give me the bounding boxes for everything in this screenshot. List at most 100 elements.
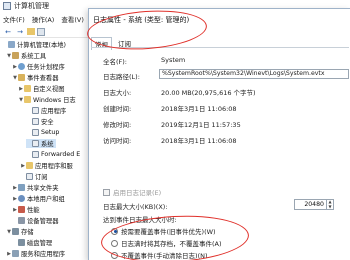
tree-item[interactable]: 安全 xyxy=(26,117,56,126)
tree-item[interactable]: ▶ 性能 xyxy=(12,205,42,214)
perf-icon xyxy=(18,206,25,213)
log-properties-dialog: 日志属性 - 系统 (类型: 管理的) 常规 订阅 全名(F): System … xyxy=(85,6,350,260)
window-title: 计算机管理 xyxy=(14,2,49,10)
tree-item-label: Windows 日志 xyxy=(33,97,76,104)
dev-icon xyxy=(18,217,25,224)
tree-item[interactable]: Forwarded E xyxy=(26,150,82,159)
radio-label: 日志满时将其存档，不覆盖事件(A) xyxy=(121,240,222,248)
tree-item-label: 自定义视图 xyxy=(33,86,65,93)
radio-button[interactable] xyxy=(111,239,118,247)
log-icon xyxy=(32,151,39,158)
tree-item-label: 订阅 xyxy=(35,174,48,181)
created-value: 2018年3月1日 11:06:08 xyxy=(161,105,237,113)
stepper-down-icon[interactable]: ▼ xyxy=(327,204,333,210)
tree-item[interactable]: 设备管理器 xyxy=(12,216,60,225)
tree-item-label: Setup xyxy=(41,129,60,136)
tab-subscriptions[interactable]: 订阅 xyxy=(115,37,134,50)
tree-item-label: 应用程序和服 xyxy=(35,163,73,170)
modified-value: 2019年12月1日 11:57:35 xyxy=(161,121,241,129)
computer-management-icon xyxy=(3,2,11,10)
store-icon xyxy=(18,239,25,246)
folder-icon[interactable] xyxy=(27,28,35,35)
tree-item-label: 系统 xyxy=(41,141,54,148)
log-path-label: 日志路径(L): xyxy=(103,73,140,81)
tree-item-label: Forwarded E xyxy=(41,151,81,158)
log-size-value: 20.00 MB(20,975,616 个字节) xyxy=(161,89,256,97)
tree-item[interactable]: 订阅 xyxy=(20,172,50,181)
folder-icon xyxy=(26,162,33,169)
max-size-value[interactable]: 20480 xyxy=(295,200,326,209)
tree-item[interactable]: ▶ 自定义视图 xyxy=(18,84,66,93)
tree-item[interactable]: ▼ 存储 xyxy=(6,227,36,236)
tool-icon xyxy=(12,52,19,59)
log-size-label: 日志大小: xyxy=(103,89,132,97)
tab-divider xyxy=(91,47,349,48)
menu-file[interactable]: 文件(F) xyxy=(3,14,25,24)
radio-archive-when-full[interactable]: 日志满时将其存档，不覆盖事件(A) xyxy=(111,238,222,248)
menu-view[interactable]: 查看(V) xyxy=(61,14,84,24)
max-size-label: 日志最大大小(KB)(X): xyxy=(103,203,168,211)
tree-item-label: 性能 xyxy=(27,207,40,214)
tree-item[interactable]: ▼ 事件查看器 xyxy=(12,73,60,82)
tree-item-label: 任务计划程序 xyxy=(27,64,65,71)
enable-logging-checkbox[interactable] xyxy=(103,188,110,196)
tree-item[interactable]: ▶ 服务和应用程序 xyxy=(6,249,67,258)
tree-item[interactable]: ▶ 任务计划程序 xyxy=(12,62,67,71)
log-icon xyxy=(32,140,39,147)
tree-item-label: 计算机管理(本地) xyxy=(17,42,66,49)
menu-action[interactable]: 操作(A) xyxy=(32,14,55,24)
tree-item[interactable]: ▼ Windows 日志 xyxy=(18,95,78,104)
comp-icon xyxy=(8,41,15,48)
radio-overwrite-as-needed[interactable]: 按需要覆盖事件(旧事件优先)(W) xyxy=(111,226,216,236)
toolbar: ← → xyxy=(0,26,90,38)
log-icon xyxy=(32,129,39,136)
store-icon xyxy=(12,228,19,235)
radio-do-not-overwrite[interactable]: 不覆盖事件(手动清除日志)(N) xyxy=(111,250,208,260)
tree-item[interactable]: Setup xyxy=(26,128,61,137)
event-icon xyxy=(18,74,25,81)
tree-item[interactable]: 计算机管理(本地) xyxy=(2,40,68,49)
svc-icon xyxy=(12,250,19,257)
log-icon xyxy=(32,107,39,114)
tab-general[interactable]: 常规 xyxy=(91,37,112,50)
enable-logging-row[interactable]: 启用日志记录(E) xyxy=(103,187,161,197)
stepper-arrows: ▲ ▼ xyxy=(326,199,333,210)
modified-label: 修改时间: xyxy=(103,121,132,129)
tree-item-label: 存储 xyxy=(21,229,34,236)
folder-icon xyxy=(24,96,31,103)
clock-icon xyxy=(18,63,25,70)
tree-item-label: 共享文件夹 xyxy=(27,185,59,192)
tree-item-label: 事件查看器 xyxy=(27,75,59,82)
full-name-value: System xyxy=(161,56,186,64)
log-path-field[interactable]: %SystemRoot%\System32\Winevt\Logs\System… xyxy=(159,69,349,79)
tree-item[interactable]: ▶ 共享文件夹 xyxy=(12,183,60,192)
back-arrow-icon[interactable]: ← xyxy=(3,27,13,37)
tree-item[interactable]: 磁盘管理 xyxy=(12,238,54,247)
tree-item-label: 安全 xyxy=(41,119,54,126)
console-tree: 计算机管理(本地) ▼ 系统工具 ▶ 任务计划程序 ▼ 事件查看器 ▶ 自定义视图 ▼ Window… xyxy=(0,40,90,260)
radio-label: 不覆盖事件(手动清除日志)(N) xyxy=(121,252,208,260)
tree-item[interactable]: ▼ 系统工具 xyxy=(6,51,48,60)
accessed-label: 访问时间: xyxy=(103,137,132,145)
radio-label: 按需要覆盖事件(旧事件优先)(W) xyxy=(121,228,216,236)
tree-item-label: 应用程序 xyxy=(41,108,67,115)
tree-item[interactable]: ▶ 本地用户和组 xyxy=(12,194,67,203)
radio-button[interactable] xyxy=(111,227,118,235)
share-icon xyxy=(18,184,25,191)
tree-item[interactable]: 应用程序 xyxy=(26,106,68,115)
tree-item-label: 服务和应用程序 xyxy=(21,251,66,258)
tree-item-label: 磁盘管理 xyxy=(27,240,53,247)
max-size-stepper[interactable]: 20480 ▲ ▼ xyxy=(294,199,334,210)
tree-item-label: 本地用户和组 xyxy=(27,196,65,203)
policy-label: 达到事件日志最大大小时: xyxy=(103,216,177,224)
log-icon xyxy=(26,173,33,180)
tree-item-label: 设备管理器 xyxy=(27,218,59,225)
tree-item[interactable]: ▶ 应用程序和服 xyxy=(20,161,75,170)
tree-item-label: 系统工具 xyxy=(21,53,47,60)
menu-bar: 文件(F) 操作(A) 查看(V) xyxy=(0,14,91,24)
tree-item[interactable]: 系统 xyxy=(26,139,56,148)
dialog-title: 日志属性 - 系统 (类型: 管理的) xyxy=(93,16,190,24)
forward-arrow-icon[interactable]: → xyxy=(15,27,25,37)
properties-icon[interactable] xyxy=(37,27,45,36)
radio-button[interactable] xyxy=(111,251,118,259)
